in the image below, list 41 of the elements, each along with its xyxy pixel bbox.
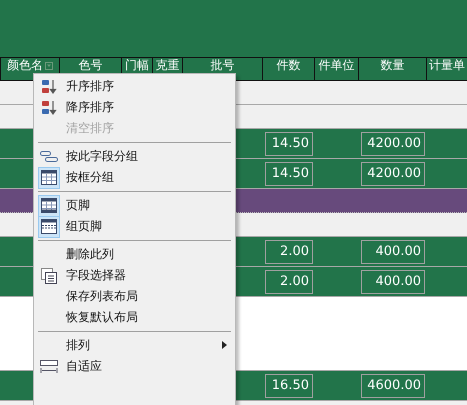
- table-footer-icon: [41, 198, 57, 213]
- submenu-arrow-icon: [222, 341, 227, 349]
- menu-item[interactable]: 保存列表布局: [36, 286, 233, 307]
- column-header[interactable]: 门幅: [125, 58, 149, 73]
- table-grid-icon: [41, 170, 57, 185]
- menu-item[interactable]: 升序排序: [36, 76, 233, 97]
- group-footer-icon: [41, 219, 57, 234]
- stacked-list-icon: [41, 268, 57, 284]
- table-cell: 400.00: [361, 240, 425, 264]
- sort-descending-icon: [41, 98, 57, 116]
- column-header[interactable]: 克重: [156, 58, 180, 73]
- table-cell: 14.50: [265, 162, 313, 186]
- column-header[interactable]: 数量: [380, 58, 404, 73]
- sort-ascending-icon: [41, 78, 57, 96]
- menu-item[interactable]: 删除此列: [36, 244, 233, 265]
- fit-width-icon: [40, 360, 58, 374]
- menu-item[interactable]: 组页脚: [36, 216, 233, 237]
- table-cell: 400.00: [361, 270, 425, 294]
- menu-item[interactable]: 排列: [36, 335, 233, 356]
- table-cell: 4200.00: [361, 132, 425, 156]
- table-cell: 16.50: [265, 374, 313, 398]
- menu-item[interactable]: 按此字段分组: [36, 146, 233, 167]
- column-header[interactable]: 批号: [210, 58, 234, 73]
- column-header[interactable]: 色号: [78, 58, 102, 73]
- column-header[interactable]: 颜色名: [7, 58, 43, 73]
- menu-item[interactable]: 自适应: [36, 356, 233, 377]
- column-header[interactable]: 计量单: [429, 58, 465, 73]
- table-cell: 2.00: [265, 270, 313, 294]
- filter-icon[interactable]: [45, 62, 53, 70]
- menu-item[interactable]: 按框分组: [36, 167, 233, 188]
- column-header[interactable]: 件数: [276, 58, 300, 73]
- table-cell: 14.50: [265, 132, 313, 156]
- table-cell: 2.00: [265, 240, 313, 264]
- menu-item[interactable]: 字段选择器: [36, 265, 233, 286]
- table-cell: 4600.00: [361, 374, 425, 398]
- table-cell: 4200.00: [361, 162, 425, 186]
- menu-item[interactable]: 页脚: [36, 195, 233, 216]
- menu-item[interactable]: 恢复默认布局: [36, 307, 233, 328]
- group-fields-icon: [40, 150, 58, 162]
- column-header[interactable]: 件单位: [318, 58, 354, 73]
- menu-item[interactable]: 降序排序: [36, 97, 233, 118]
